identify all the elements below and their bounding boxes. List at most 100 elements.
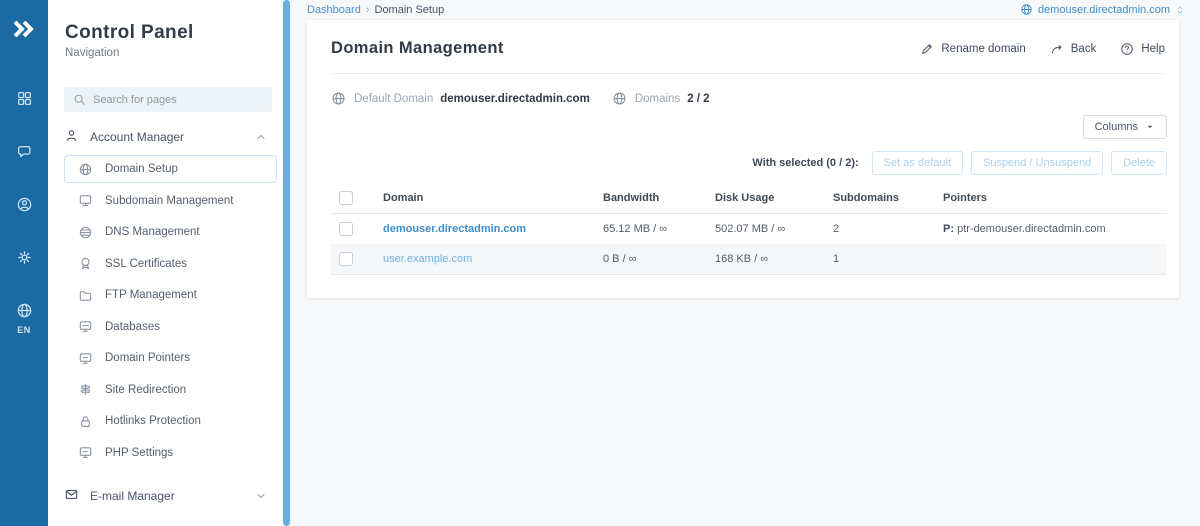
bandwidth-value: 0 B / ∞ — [595, 244, 707, 275]
sidebar-item-dns-management[interactable]: DNS Management — [64, 218, 277, 246]
item-label: SSL Certificates — [105, 258, 187, 270]
globe-icon — [1020, 3, 1033, 16]
chat-icon[interactable] — [16, 143, 33, 160]
icon-rail: EN — [0, 0, 48, 526]
sidebar-item-hotlinks-protection[interactable]: Hotlinks Protection — [64, 407, 277, 435]
search-icon — [73, 93, 86, 106]
sidebar-item-domain-pointers[interactable]: Domain Pointers — [64, 344, 277, 372]
header-disk-usage: Disk Usage — [707, 184, 825, 214]
sidebar-item-subdomain-management[interactable]: Subdomain Management — [64, 187, 277, 215]
globe-grid-icon — [78, 225, 93, 240]
default-domain-label: Default Domain — [354, 93, 433, 105]
grid-icon[interactable] — [16, 90, 33, 107]
lock-icon — [78, 414, 93, 429]
delete-button[interactable]: Delete — [1111, 151, 1167, 175]
main-content: Dashboard › Domain Setup demouser.direct… — [290, 0, 1200, 526]
page-title: Domain Management — [331, 39, 504, 58]
domain-selector[interactable]: demouser.directadmin.com — [1020, 3, 1185, 16]
database-monitor-icon — [78, 319, 93, 334]
set-as-default-button[interactable]: Set as default — [872, 151, 963, 175]
sidebar-section-email-manager[interactable]: E-mail Manager — [48, 481, 283, 511]
pointers-value: P: ptr-demouser.directadmin.com — [935, 214, 1167, 245]
help-icon — [1120, 42, 1134, 56]
domains-count-group: Domains 2 / 2 — [612, 91, 710, 106]
pointers-text: ptr-demouser.directadmin.com — [957, 223, 1106, 235]
select-all-checkbox[interactable] — [339, 191, 353, 205]
header-actions: Rename domain Back Help — [920, 42, 1165, 56]
back-button[interactable]: Back — [1050, 42, 1097, 56]
sidebar-item-ssl-certificates[interactable]: SSL Certificates — [64, 250, 277, 278]
language-globe-icon[interactable] — [16, 302, 33, 319]
header-bandwidth: Bandwidth — [595, 184, 707, 214]
pointers-value — [935, 244, 1167, 275]
row-checkbox[interactable] — [339, 222, 353, 236]
breadcrumb-separator: › — [366, 4, 370, 16]
search-input[interactable] — [93, 94, 263, 106]
header-subdomains: Subdomains — [825, 184, 935, 214]
rename-domain-button[interactable]: Rename domain — [920, 42, 1025, 56]
summary-row: Default Domain demouser.directadmin.com … — [307, 74, 1179, 106]
item-label: PHP Settings — [105, 447, 173, 459]
table-row: demouser.directadmin.com 65.12 MB / ∞ 50… — [331, 214, 1167, 245]
sidebar-item-php-settings[interactable]: PHP Settings — [64, 439, 277, 467]
domain-link[interactable]: user.example.com — [383, 253, 472, 265]
header-domain: Domain — [375, 184, 595, 214]
item-label: Domain Setup — [105, 163, 178, 175]
item-label: Site Redirection — [105, 384, 186, 396]
bandwidth-value: 65.12 MB / ∞ — [595, 214, 707, 245]
bulk-actions-row: With selected (0 / 2): Set as default Su… — [307, 139, 1179, 184]
with-selected-label: With selected (0 / 2): — [752, 157, 858, 169]
monitor-icon — [78, 193, 93, 208]
item-label: DNS Management — [105, 226, 200, 238]
person-icon — [64, 128, 79, 146]
ssl-badge-icon — [78, 256, 93, 271]
subdomains-value: 1 — [825, 244, 935, 275]
user-account-icon[interactable] — [16, 196, 33, 213]
help-button[interactable]: Help — [1120, 42, 1165, 56]
chevron-up-icon — [255, 131, 267, 143]
disk-usage-value: 168 KB / ∞ — [707, 244, 825, 275]
sidebar-item-site-redirection[interactable]: Site Redirection — [64, 376, 277, 404]
item-label: FTP Management — [105, 289, 197, 301]
pencil-icon — [920, 42, 934, 56]
item-label: Subdomain Management — [105, 195, 234, 207]
sort-carets-icon — [1175, 4, 1185, 16]
language-label[interactable]: EN — [17, 325, 31, 335]
breadcrumb: Dashboard › Domain Setup — [307, 4, 444, 16]
table-header-row: Domain Bandwidth Disk Usage Subdomains P… — [331, 184, 1167, 214]
sidebar-section-account-manager[interactable]: Account Manager — [48, 122, 283, 152]
signpost-icon — [78, 382, 93, 397]
columns-label: Columns — [1095, 121, 1138, 133]
row-checkbox[interactable] — [339, 252, 353, 266]
breadcrumb-dashboard-link[interactable]: Dashboard — [307, 4, 361, 16]
directadmin-logo-icon[interactable] — [11, 17, 37, 46]
columns-button[interactable]: Columns — [1083, 115, 1167, 139]
item-label: Databases — [105, 321, 160, 333]
globe-icon — [612, 91, 627, 106]
envelope-icon — [64, 487, 79, 505]
topbar: Dashboard › Domain Setup demouser.direct… — [290, 0, 1200, 16]
back-arrow-icon — [1050, 42, 1064, 56]
domains-label: Domains — [635, 93, 680, 105]
card-header: Domain Management Rename domain Back — [307, 20, 1179, 73]
domain-pointers-monitor-icon — [78, 351, 93, 366]
suspend-unsuspend-button[interactable]: Suspend / Unsuspend — [971, 151, 1103, 175]
domain-selector-value: demouser.directadmin.com — [1038, 4, 1170, 16]
gear-icon[interactable] — [16, 249, 33, 266]
sidebar-item-domain-setup[interactable]: Domain Setup — [64, 155, 277, 183]
disk-usage-value: 502.07 MB / ∞ — [707, 214, 825, 245]
sidebar-scrollbar[interactable] — [283, 0, 290, 526]
breadcrumb-current: Domain Setup — [375, 4, 445, 16]
default-domain-value: demouser.directadmin.com — [440, 93, 590, 105]
back-label: Back — [1071, 43, 1097, 55]
pointers-prefix: P: — [943, 223, 954, 235]
domains-table: Domain Bandwidth Disk Usage Subdomains P… — [331, 184, 1167, 275]
sidebar-item-ftp-management[interactable]: FTP Management — [64, 281, 277, 309]
globe-icon — [331, 91, 346, 106]
table-row: user.example.com 0 B / ∞ 168 KB / ∞ 1 — [331, 244, 1167, 275]
sidebar-search[interactable] — [64, 87, 272, 112]
domain-link[interactable]: demouser.directadmin.com — [383, 223, 526, 235]
sidebar-title: Control Panel — [65, 22, 283, 44]
domain-management-card: Domain Management Rename domain Back — [307, 20, 1179, 298]
sidebar-item-databases[interactable]: Databases — [64, 313, 277, 341]
